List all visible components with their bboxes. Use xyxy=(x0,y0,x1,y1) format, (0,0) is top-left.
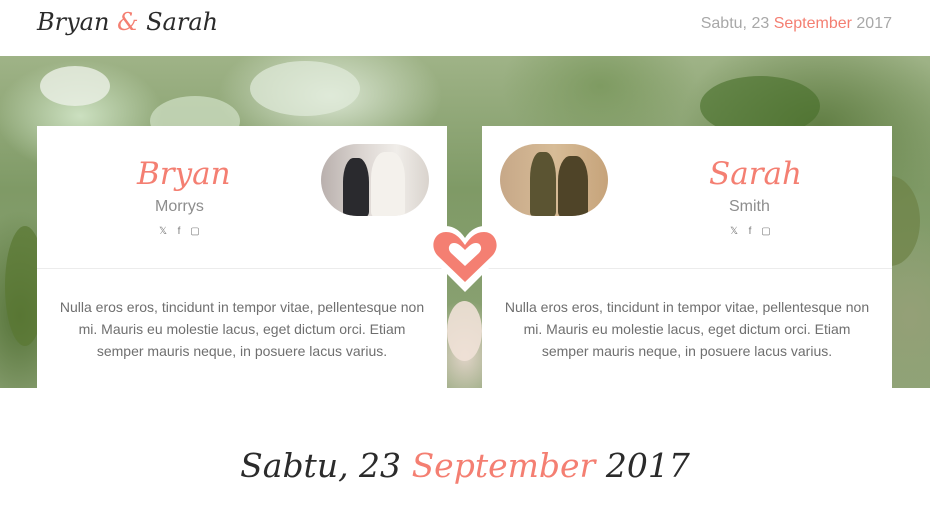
instagram-icon[interactable]: ▢ xyxy=(190,226,200,237)
twitter-icon[interactable]: 𝕏 xyxy=(729,226,739,237)
facebook-icon[interactable]: f xyxy=(174,226,184,237)
bride-bio: Nulla eros eros, tincidunt in tempor vit… xyxy=(504,299,870,359)
groom-name: Bryan xyxy=(137,156,231,192)
instagram-icon[interactable]: ▢ xyxy=(761,226,771,237)
event-date-prefix: Sabtu, 23 xyxy=(240,446,402,485)
bride-social-links: 𝕏 f ▢ xyxy=(729,226,771,237)
brand-logo[interactable]: Bryan & Sarah xyxy=(37,8,218,36)
groom-social-links: 𝕏 f ▢ xyxy=(158,226,200,237)
header-date-year: 2017 xyxy=(856,15,892,32)
header-date-month: September xyxy=(773,15,852,32)
heart-icon xyxy=(426,226,504,292)
brand-first-name: Bryan xyxy=(37,8,110,36)
bride-card-divider xyxy=(482,268,892,269)
brand-ampersand: & xyxy=(117,8,139,36)
groom-card: Bryan Morrys 𝕏 f ▢ Nulla eros eros, tinc… xyxy=(37,126,447,388)
groom-photo xyxy=(321,144,429,216)
groom-bio: Nulla eros eros, tincidunt in tempor vit… xyxy=(59,299,425,359)
event-date-month: September xyxy=(411,446,596,485)
twitter-icon[interactable]: 𝕏 xyxy=(158,226,168,237)
bride-surname: Smith xyxy=(729,198,770,215)
top-navbar: Bryan & Sarah Sabtu, 23 September 2017 xyxy=(0,0,930,56)
event-date-year: 2017 xyxy=(605,446,690,485)
bride-card: Sarah Smith 𝕏 f ▢ Nulla eros eros, tinci… xyxy=(482,126,892,388)
bride-photo xyxy=(500,144,608,216)
facebook-icon[interactable]: f xyxy=(745,226,755,237)
header-date-prefix: Sabtu, 23 xyxy=(700,15,770,32)
bride-name: Sarah xyxy=(709,156,802,192)
header-date: Sabtu, 23 September 2017 xyxy=(701,15,892,33)
groom-surname: Morrys xyxy=(155,198,204,215)
brand-second-name: Sarah xyxy=(146,8,219,36)
event-date-heading: Sabtu, 23 September 2017 xyxy=(0,446,930,485)
groom-card-divider xyxy=(37,268,447,269)
